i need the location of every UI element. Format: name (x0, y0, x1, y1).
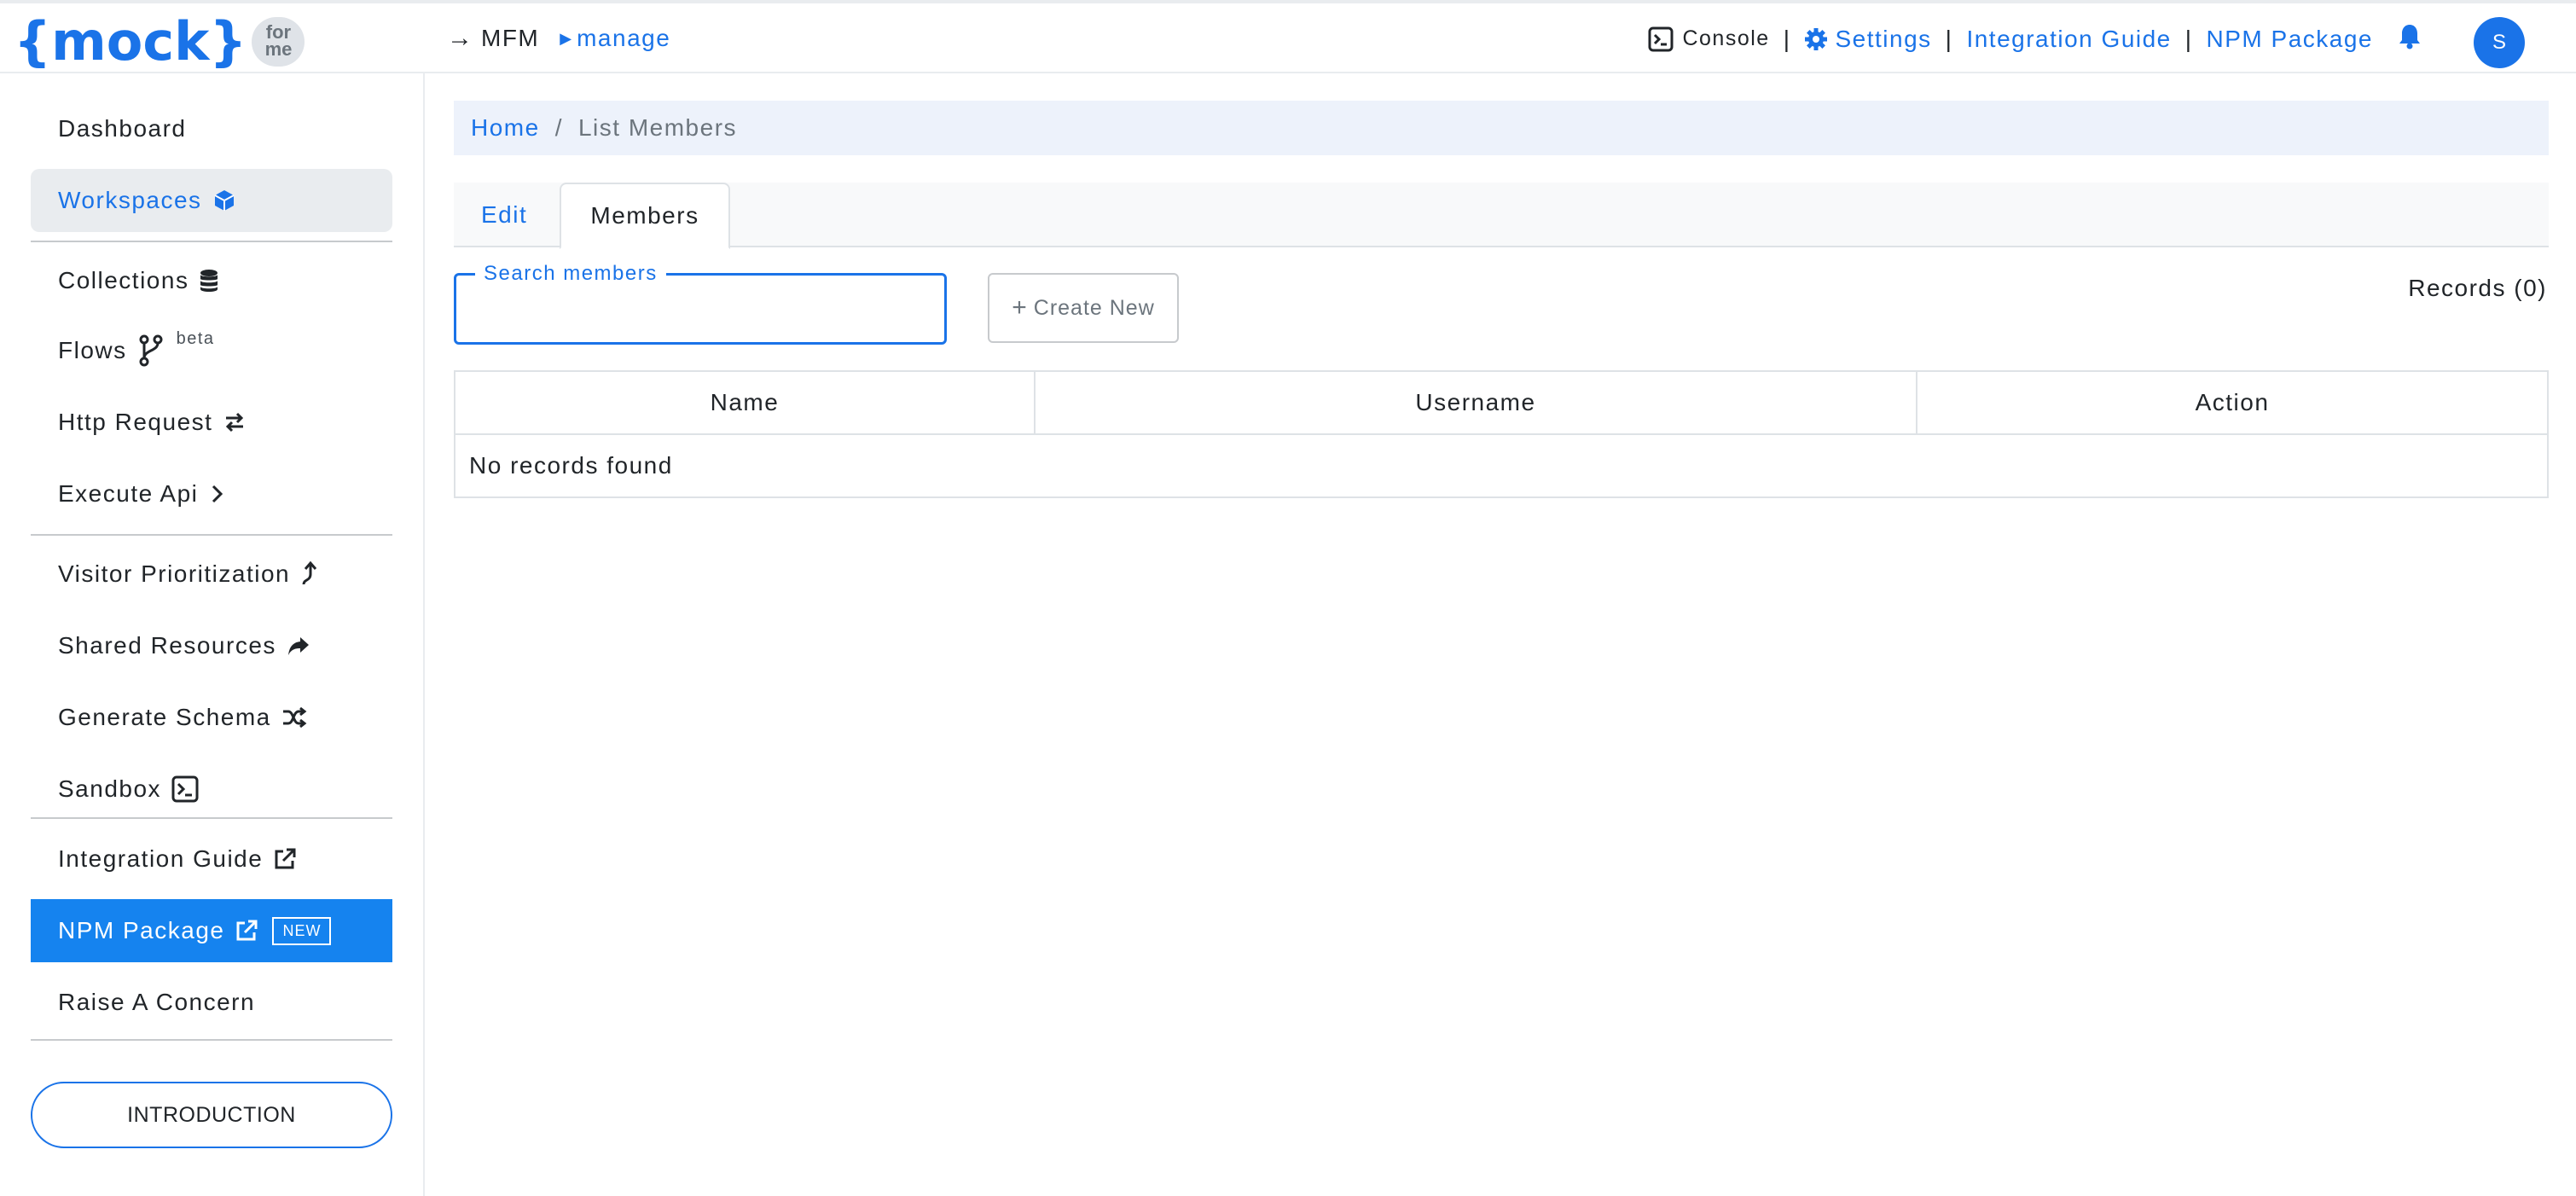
breadcrumb-separator: / (554, 114, 563, 141)
create-new-button[interactable]: + Create New (988, 273, 1179, 343)
sidebar-divider (31, 534, 392, 536)
tab-edit[interactable]: Edit (481, 183, 527, 247)
console-link[interactable]: Console (1648, 26, 1769, 52)
sidebar-item-label: Sandbox (58, 775, 162, 802)
separator: | (1783, 25, 1791, 52)
plus-icon: + (1012, 293, 1027, 322)
share-icon (287, 637, 309, 655)
sidebar-item-label: NPM Package (58, 917, 225, 943)
beta-badge: beta (176, 328, 215, 348)
logo-badge: for me (252, 17, 305, 67)
sidebar-item-visitor-prioritization[interactable]: Visitor Prioritization (31, 543, 392, 606)
top-header: {mock} for me → MFM ▶ manage Console | S… (0, 0, 2576, 73)
logo-badge-line2: me (264, 38, 293, 60)
sidebar-item-label: Http Request (58, 409, 213, 435)
logo-text: {mock} (14, 10, 247, 73)
sidebar-item-label: Execute Api (58, 480, 199, 507)
records-count: Records (0) (2408, 275, 2547, 301)
npm-package-link[interactable]: NPM Package (2207, 26, 2373, 53)
app-logo[interactable]: {mock} for me (14, 12, 305, 72)
sidebar-item-label: Visitor Prioritization (58, 560, 291, 587)
gear-icon (1805, 27, 1828, 50)
project-name[interactable]: MFM (481, 25, 539, 52)
sidebar-item-dashboard[interactable]: Dashboard (31, 97, 392, 160)
chevron-right-icon (212, 485, 223, 503)
sidebar-item-collections[interactable]: Collections (31, 249, 392, 312)
header-breadcrumb: → MFM ▶ manage (447, 24, 670, 53)
separator: | (1945, 25, 1953, 52)
shuffle-icon (282, 706, 307, 729)
terminal-icon (1648, 26, 1674, 51)
sidebar-item-label: Integration Guide (58, 845, 264, 872)
section-link[interactable]: manage (577, 25, 670, 52)
integration-guide-link[interactable]: Integration Guide (1966, 26, 2171, 53)
arrow-right-icon: → (447, 24, 473, 52)
sidebar-item-http-request[interactable]: Http Request (31, 391, 392, 454)
sidebar-item-raise-a-concern[interactable]: Raise A Concern (31, 971, 392, 1034)
arrow-up-icon (302, 560, 317, 585)
search-label: Search members (475, 262, 666, 286)
sidebar-item-label: Workspaces (58, 187, 202, 213)
sidebar-divider (31, 1039, 392, 1041)
sidebar-item-flows[interactable]: Flows beta (31, 319, 392, 382)
settings-label: Settings (1835, 25, 1932, 52)
header-links: Console | Settings | Integration Guide |… (1648, 22, 2422, 55)
members-table: Name Username Action No records found (454, 370, 2549, 498)
column-header-name[interactable]: Name (454, 370, 1036, 435)
external-link-icon (236, 920, 258, 941)
exchange-icon (226, 412, 244, 433)
create-new-label: Create New (1033, 295, 1155, 320)
sidebar-item-label: Dashboard (58, 115, 187, 142)
new-badge: NEW (272, 916, 332, 945)
settings-link[interactable]: Settings (1804, 26, 1931, 53)
sidebar-item-label: Raise A Concern (58, 989, 256, 1015)
sidebar-item-npm-package[interactable]: NPM Package NEW (31, 899, 392, 962)
breadcrumb: Home / List Members (454, 101, 2549, 155)
sidebar-item-execute-api[interactable]: Execute Api (31, 462, 392, 525)
introduction-button[interactable]: INTRODUCTION (31, 1082, 392, 1148)
breadcrumb-home-link[interactable]: Home (471, 114, 540, 142)
tabs-bar: Edit Members (454, 183, 2549, 249)
bell-icon[interactable] (2397, 22, 2422, 55)
breadcrumb-current: List Members (577, 114, 738, 141)
empty-message: No records found (454, 433, 2549, 498)
external-link-icon (275, 848, 296, 869)
column-header-username[interactable]: Username (1034, 370, 1917, 435)
search-field: Search members (454, 262, 947, 345)
sidebar-item-workspaces[interactable]: Workspaces (31, 169, 392, 232)
branch-icon (139, 334, 163, 367)
tab-members[interactable]: Members (560, 183, 730, 249)
table-row: No records found (454, 433, 2549, 498)
user-avatar[interactable]: S (2474, 17, 2525, 68)
sidebar: Dashboard Workspaces Collections Flows b… (0, 73, 425, 1196)
column-header-action: Action (1916, 370, 2549, 435)
separator: | (2184, 25, 2193, 52)
database-icon (200, 270, 218, 292)
cube-icon (214, 190, 235, 211)
sidebar-item-integration-guide[interactable]: Integration Guide (31, 827, 392, 891)
sidebar-divider (31, 817, 392, 819)
sidebar-item-label: Collections (58, 267, 189, 293)
sidebar-item-label: Flows (58, 337, 127, 363)
sidebar-item-sandbox[interactable]: Sandbox (31, 758, 392, 821)
caret-right-icon: ▶ (560, 29, 572, 47)
sidebar-item-generate-schema[interactable]: Generate Schema (31, 686, 392, 749)
table-header-row: Name Username Action (454, 370, 2549, 435)
console-label: Console (1682, 26, 1770, 50)
sidebar-divider (31, 241, 392, 242)
sidebar-item-shared-resources[interactable]: Shared Resources (31, 614, 392, 677)
sidebar-item-label: Shared Resources (58, 632, 276, 659)
sidebar-item-label: Generate Schema (58, 704, 271, 730)
terminal-icon (171, 775, 199, 803)
